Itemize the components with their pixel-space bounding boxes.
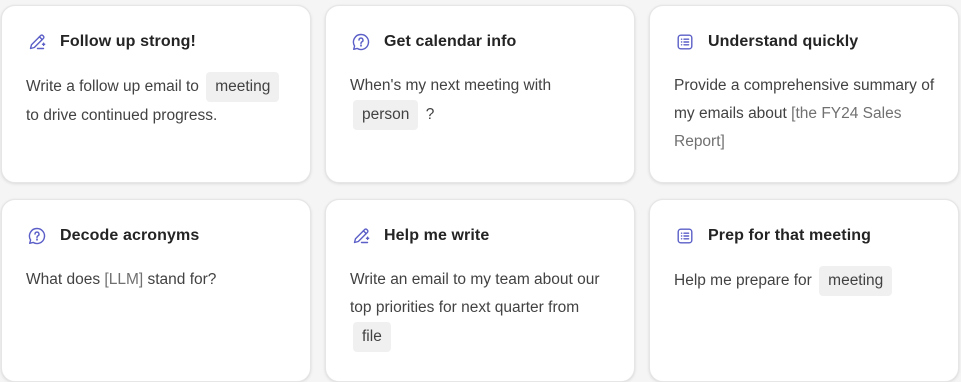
prompt-suggestions-grid: Follow up strong! Write a follow up emai… — [0, 0, 961, 382]
card-header: Get calendar info — [350, 30, 612, 54]
card-title: Understand quickly — [708, 33, 859, 50]
card-prompt-text: Write a follow up email to meeting to dr… — [26, 72, 288, 130]
prompt-card-help-me-write[interactable]: Help me write Write an email to my team … — [325, 199, 635, 382]
prompt-text: Help me prepare for — [674, 272, 812, 289]
prompt-chip-person[interactable]: person — [353, 100, 419, 130]
prompt-text: What does — [26, 271, 101, 288]
prompt-text: ? — [425, 106, 435, 123]
card-title: Decode acronyms — [60, 227, 200, 244]
prompt-text: Write an email to my team about our top … — [350, 271, 600, 316]
card-prompt-text: When's my next meeting with person ? — [350, 72, 612, 130]
card-prompt-text: Help me prepare for meeting — [674, 266, 936, 296]
card-header: Prep for that meeting — [674, 224, 936, 248]
card-prompt-text: Write an email to my team about our top … — [350, 266, 612, 352]
prompt-chip-file[interactable]: file — [353, 322, 391, 352]
prompt-card-follow-up[interactable]: Follow up strong! Write a follow up emai… — [1, 5, 311, 183]
card-header: Follow up strong! — [26, 30, 288, 54]
prompt-placeholder[interactable]: [LLM] — [104, 271, 143, 288]
prompt-text: to drive continued progress. — [26, 107, 218, 124]
card-header: Understand quickly — [674, 30, 936, 54]
card-prompt-text: What does [LLM] stand for? — [26, 266, 288, 294]
prompt-chip-meeting[interactable]: meeting — [819, 266, 893, 296]
list-document-icon — [674, 225, 696, 247]
card-title: Follow up strong! — [60, 33, 196, 50]
pen-sparkle-icon — [350, 225, 372, 247]
prompt-chip-meeting[interactable]: meeting — [206, 72, 280, 102]
prompt-card-decode-acronyms[interactable]: Decode acronyms What does [LLM] stand fo… — [1, 199, 311, 382]
pen-sparkle-icon — [26, 31, 48, 53]
card-prompt-text: Provide a comprehensive summary of my em… — [674, 72, 936, 156]
prompt-text: stand for? — [147, 271, 217, 288]
list-document-icon — [674, 31, 696, 53]
card-title: Help me write — [384, 227, 490, 244]
card-header: Decode acronyms — [26, 224, 288, 248]
prompt-card-understand-quickly[interactable]: Understand quickly Provide a comprehensi… — [649, 5, 959, 183]
prompt-text: When's my next meeting with — [350, 77, 552, 94]
card-title: Prep for that meeting — [708, 227, 872, 244]
card-title: Get calendar info — [384, 33, 517, 50]
prompt-card-prep-meeting[interactable]: Prep for that meeting Help me prepare fo… — [649, 199, 959, 382]
card-header: Help me write — [350, 224, 612, 248]
chat-help-icon — [26, 225, 48, 247]
prompt-card-calendar-info[interactable]: Get calendar info When's my next meeting… — [325, 5, 635, 183]
prompt-text: Write a follow up email to — [26, 78, 199, 95]
chat-help-icon — [350, 31, 372, 53]
